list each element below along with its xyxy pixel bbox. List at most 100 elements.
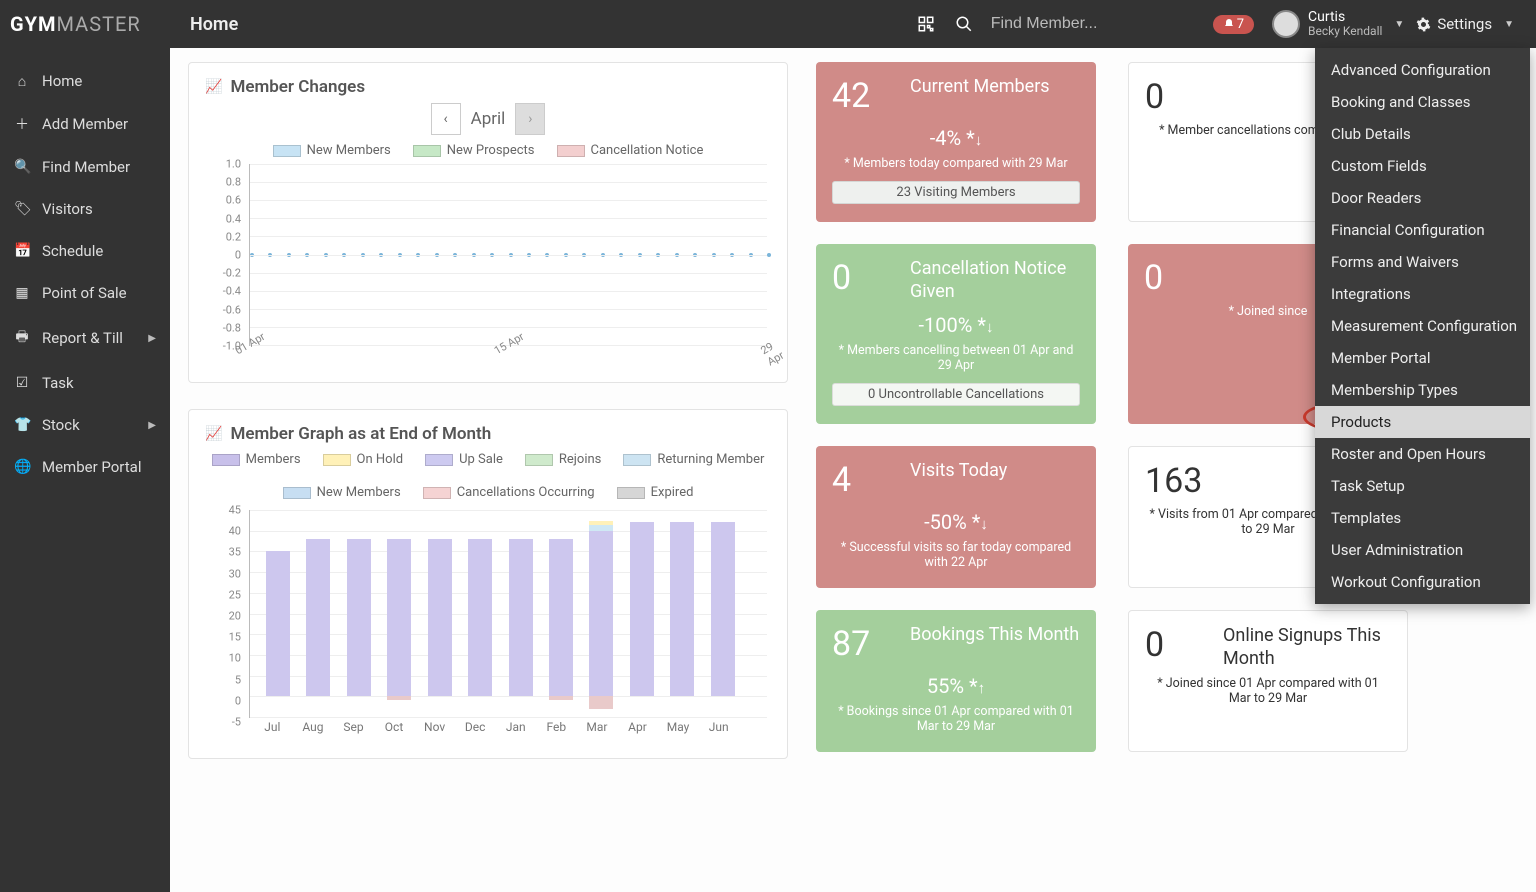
- settings-item-membership-types[interactable]: Membership Types: [1315, 374, 1530, 406]
- qr-icon[interactable]: [911, 9, 941, 39]
- stat-note: * Members today compared with 29 Mar: [832, 156, 1080, 171]
- tag-icon: 🏷: [14, 201, 30, 217]
- settings-item-products[interactable]: Products: [1315, 406, 1530, 438]
- stat-delta: -50% *↓: [832, 510, 1080, 534]
- sidebar-item-stock[interactable]: 👕 Stock ▶: [0, 404, 170, 446]
- legend-item: New Members: [283, 485, 401, 500]
- sidebar-item-visitors[interactable]: 🏷 Visitors: [0, 188, 170, 230]
- stat-value: 87: [832, 624, 892, 664]
- sidebar: ⌂ Home ＋ Add Member 🔍Find Member 🏷 Visitors 📅Sc…: [0, 48, 170, 892]
- legend-item: Returning Member: [623, 452, 764, 467]
- chevron-right-icon: ▶: [148, 333, 156, 344]
- legend-item: Expired: [617, 485, 694, 500]
- legend-item: New Prospects: [413, 143, 535, 158]
- legend-item: Members: [212, 452, 301, 467]
- settings-item-booking-and-classes[interactable]: Booking and Classes: [1315, 86, 1530, 118]
- search-icon[interactable]: [949, 9, 979, 39]
- sidebar-item-task[interactable]: ☑ Task: [0, 362, 170, 404]
- chevron-right-icon: ▶: [148, 420, 156, 431]
- settings-item-financial-configuration[interactable]: Financial Configuration: [1315, 214, 1530, 246]
- stat-value: 0: [832, 258, 892, 298]
- legend-item: Rejoins: [525, 452, 601, 467]
- sidebar-item-label: Point of Sale: [42, 284, 127, 302]
- sidebar-item-label: Visitors: [42, 200, 93, 218]
- user-name: Curtis: [1308, 10, 1382, 25]
- stat-title: Online Signups This Month: [1223, 625, 1391, 670]
- settings-item-measurement-configuration[interactable]: Measurement Configuration: [1315, 310, 1530, 342]
- sidebar-item-member-portal[interactable]: 🌐 Member Portal: [0, 446, 170, 488]
- stat-delta: -100% *↓: [832, 313, 1080, 337]
- stat-title: Current Members: [910, 76, 1050, 99]
- stat-note: * Successful visits so far today compare…: [832, 540, 1080, 570]
- report-icon: 🖶: [14, 326, 30, 350]
- stat-title: Cancellation Notice Given: [910, 258, 1080, 303]
- settings-item-custom-fields[interactable]: Custom Fields: [1315, 150, 1530, 182]
- sidebar-item-schedule[interactable]: 📅Schedule: [0, 230, 170, 272]
- settings-item-member-portal[interactable]: Member Portal: [1315, 342, 1530, 374]
- sidebar-item-label: Home: [42, 72, 82, 90]
- settings-item-task-setup[interactable]: Task Setup: [1315, 470, 1530, 502]
- settings-item-advanced-configuration[interactable]: Advanced Configuration: [1315, 54, 1530, 86]
- stat-card[interactable]: 87 Bookings This Month 55% *↑ * Bookings …: [816, 610, 1096, 752]
- sidebar-item-find-member[interactable]: 🔍Find Member: [0, 146, 170, 188]
- sidebar-item-report-till[interactable]: 🖶 Report & Till ▶: [0, 314, 170, 362]
- stat-delta: -4% *↓: [832, 126, 1080, 150]
- legend-item: Cancellation Notice: [557, 143, 704, 158]
- stat-value: 0: [1144, 258, 1204, 298]
- month-label: April: [461, 109, 516, 129]
- stat-value: 4: [832, 460, 892, 500]
- next-month-button[interactable]: ›: [515, 103, 545, 135]
- member-graph-chart: 454035302520151050-5 JulAugSepOctNovDecJ…: [205, 510, 771, 740]
- plus-icon: ＋: [14, 114, 30, 134]
- stat-card[interactable]: 42 Current Members -4% *↓ * Members today…: [816, 62, 1096, 222]
- sidebar-item-point-of-sale[interactable]: ▦Point of Sale: [0, 272, 170, 314]
- settings-item-club-details[interactable]: Club Details: [1315, 118, 1530, 150]
- stat-value: 42: [832, 76, 892, 116]
- page-title: Home: [170, 14, 238, 35]
- sidebar-item-label: Report & Till: [42, 329, 123, 347]
- member-graph-panel: 📈Member Graph as at End of Month Members…: [188, 409, 788, 759]
- settings-item-integrations[interactable]: Integrations: [1315, 278, 1530, 310]
- settings-button[interactable]: Settings ▼: [1410, 15, 1526, 33]
- sidebar-item-label: Add Member: [42, 115, 128, 133]
- stat-value: 0: [1145, 77, 1205, 117]
- shirt-icon: 👕: [14, 417, 30, 433]
- stat-title: Bookings This Month: [910, 624, 1079, 647]
- member-changes-chart: 1.00.80.60.40.20-0.2-0.4-0.6-0.8-1.0 01 …: [205, 164, 771, 364]
- user-menu[interactable]: Curtis Becky Kendall: [1308, 10, 1382, 39]
- settings-item-user-administration[interactable]: User Administration: [1315, 534, 1530, 566]
- chevron-down-icon: ▼: [1504, 19, 1514, 30]
- globe-icon: 🌐: [14, 459, 30, 475]
- notification-badge[interactable]: 7: [1213, 15, 1254, 34]
- app-logo: GYMMASTER: [0, 12, 170, 36]
- settings-item-roster-and-open-hours[interactable]: Roster and Open Hours: [1315, 438, 1530, 470]
- settings-item-door-readers[interactable]: Door Readers: [1315, 182, 1530, 214]
- stat-title: Visits Today: [910, 460, 1007, 483]
- prev-month-button[interactable]: ‹: [431, 103, 461, 135]
- stat-card[interactable]: 0 Cancellation Notice Given -100% *↓ * Me…: [816, 244, 1096, 424]
- stat-note: * Bookings since 01 Apr compared with 01…: [832, 704, 1080, 734]
- sidebar-item-home[interactable]: ⌂ Home: [0, 60, 170, 102]
- stat-value: 0: [1145, 625, 1205, 665]
- sidebar-item-label: Task: [42, 374, 74, 392]
- search-input[interactable]: [983, 9, 1213, 39]
- sidebar-item-label: Find Member: [42, 158, 130, 176]
- user-sub: Becky Kendall: [1308, 25, 1382, 38]
- check-icon: ☑: [14, 375, 30, 391]
- stat-delta: 55% *↑: [832, 674, 1080, 698]
- chart-icon: 📈: [205, 79, 222, 95]
- stat-note: * Joined since 01 Apr compared with 01 M…: [1145, 676, 1391, 706]
- settings-label: Settings: [1437, 15, 1492, 33]
- settings-item-workout-configuration[interactable]: Workout Configuration: [1315, 566, 1530, 598]
- stat-card[interactable]: 4 Visits Today -50% *↓ * Successful visit…: [816, 446, 1096, 588]
- sidebar-item-label: Member Portal: [42, 458, 141, 476]
- sidebar-item-label: Stock: [42, 416, 80, 434]
- stat-value: 163: [1145, 461, 1205, 501]
- home-icon: ⌂: [14, 73, 30, 90]
- stat-card[interactable]: 0 Online Signups This Month * Joined sinc…: [1128, 610, 1408, 752]
- sidebar-item-add-member[interactable]: ＋ Add Member: [0, 102, 170, 146]
- stat-note: * Members cancelling between 01 Apr and …: [832, 343, 1080, 373]
- settings-item-forms-and-waivers[interactable]: Forms and Waivers: [1315, 246, 1530, 278]
- avatar[interactable]: [1272, 10, 1300, 38]
- settings-item-templates[interactable]: Templates: [1315, 502, 1530, 534]
